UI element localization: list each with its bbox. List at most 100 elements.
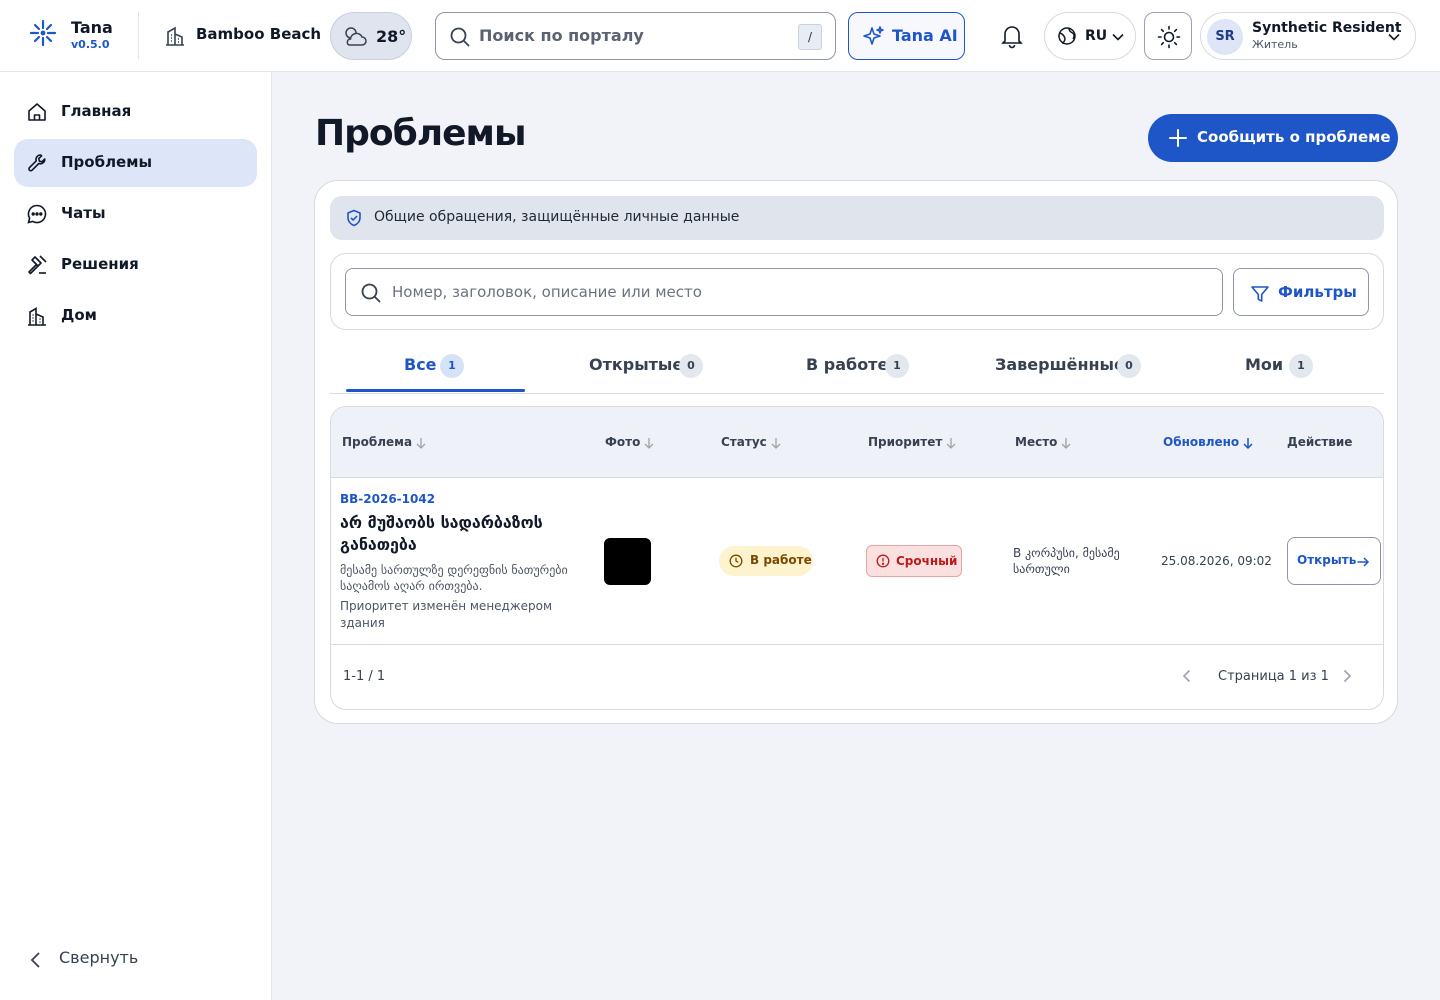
tab-label: Все <box>404 355 437 374</box>
alert-circle-icon <box>876 554 890 568</box>
sidebar: Главная Проблемы Чаты Решения Дом Сверну… <box>0 72 272 1000</box>
building-name[interactable]: Bamboo Beach <box>196 25 321 43</box>
header-divider <box>138 12 139 59</box>
filters-label: Фильтры <box>1278 283 1357 301</box>
tab-count: 1 <box>1289 354 1313 378</box>
ticket-updated: 25.08.2026, 09:02 <box>1161 554 1272 568</box>
status-badge: В работе <box>719 546 813 576</box>
page-indicator: Страница 1 из 1 <box>1218 669 1329 684</box>
open-ticket-label: Открыть <box>1297 553 1357 567</box>
tab-count: 1 <box>440 354 464 378</box>
tab-all[interactable]: Все 1 <box>330 343 540 393</box>
column-header-priority[interactable]: Приоритет <box>868 435 957 449</box>
gavel-icon <box>28 255 47 275</box>
status-text: В работе <box>750 553 812 567</box>
column-header-status[interactable]: Статус <box>721 435 782 449</box>
brand-version: v0.5.0 <box>71 38 110 51</box>
language-selector[interactable]: RU <box>1044 12 1136 60</box>
tab-label: Завершённые <box>995 355 1125 374</box>
sun-icon <box>1157 25 1181 49</box>
user-role: Житель <box>1252 38 1298 51</box>
shield-check-icon <box>347 209 361 227</box>
chevron-left-icon[interactable] <box>1179 668 1195 684</box>
active-tab-indicator <box>346 389 525 392</box>
bell-icon[interactable] <box>998 22 1026 50</box>
status-tabs: Все 1 Открытые 0 В работе 1 Завершённые … <box>330 343 1384 394</box>
sidebar-item-chats[interactable]: Чаты <box>14 190 257 238</box>
tab-completed[interactable]: Завершённые 0 <box>963 343 1173 393</box>
collapse-label: Свернуть <box>59 948 139 967</box>
sidebar-item-home[interactable]: Главная <box>14 88 257 136</box>
tab-count: 0 <box>679 354 703 378</box>
column-header-place[interactable]: Место <box>1015 435 1072 449</box>
ticket-description: მესამე სართულზე დერეფნის ნათურები საღამო… <box>340 563 568 593</box>
ticket-title: არ მუშაობს სადარბაზოს განათება <box>340 513 543 554</box>
tana-logo-icon[interactable] <box>28 18 58 48</box>
globe-icon <box>1058 27 1076 45</box>
problems-search-placeholder: Номер, заголовок, описание или место <box>392 283 702 301</box>
top-header: Tana v0.5.0 Bamboo Beach 28° Поиск по по… <box>0 0 1440 72</box>
table-row[interactable]: BB-2026-1042 არ მუშაობს სადარბაზოს განათ… <box>331 478 1383 645</box>
partly-cloudy-icon <box>345 27 367 46</box>
tab-count: 1 <box>885 354 909 378</box>
sort-arrow-icon <box>416 437 426 449</box>
sort-arrow-icon <box>946 437 956 449</box>
problems-search-input[interactable]: Номер, заголовок, описание или место <box>345 268 1223 316</box>
report-problem-button[interactable]: Сообщить о проблеме <box>1148 114 1398 162</box>
arrow-right-icon <box>1357 557 1370 567</box>
avatar: SR <box>1207 19 1243 55</box>
tab-label: Открытые <box>589 355 684 374</box>
priority-badge: Срочный <box>866 545 962 577</box>
privacy-notice: Общие обращения, защищённые личные данны… <box>330 196 1384 240</box>
search-icon <box>450 27 470 47</box>
tab-label: Мои <box>1245 355 1284 374</box>
sidebar-item-label: Главная <box>61 102 132 120</box>
user-menu[interactable]: SR Synthetic Resident Житель <box>1200 12 1416 60</box>
ticket-place: B კორპუსი, მესამე სართული <box>1013 546 1120 576</box>
filter-icon <box>1251 286 1269 302</box>
chevron-right-icon[interactable] <box>1339 668 1355 684</box>
wrench-icon <box>28 154 46 172</box>
report-problem-label: Сообщить о проблеме <box>1197 128 1391 146</box>
ticket-id[interactable]: BB-2026-1042 <box>340 492 435 506</box>
tana-ai-button[interactable]: Tana AI <box>848 12 965 60</box>
sidebar-item-problems[interactable]: Проблемы <box>14 139 257 187</box>
search-icon <box>361 283 381 303</box>
open-ticket-button[interactable]: Открыть <box>1287 537 1381 585</box>
sidebar-item-label: Дом <box>61 306 97 324</box>
problems-card: Общие обращения, защищённые личные данны… <box>314 180 1398 724</box>
sidebar-item-house[interactable]: Дом <box>14 292 257 340</box>
sparkle-icon <box>863 26 884 45</box>
theme-toggle-button[interactable] <box>1144 12 1192 60</box>
search-shortcut-key: / <box>798 24 822 50</box>
privacy-notice-text: Общие обращения, защищённые личные данны… <box>374 209 740 225</box>
tab-count: 0 <box>1117 354 1141 378</box>
building-icon <box>166 26 184 46</box>
home-icon <box>28 103 46 121</box>
column-header-action: Действие <box>1287 435 1353 449</box>
chat-icon <box>27 204 47 224</box>
tab-label: В работе <box>806 355 889 374</box>
clock-icon <box>729 554 743 568</box>
sort-arrow-icon <box>644 437 654 449</box>
tab-in-progress[interactable]: В работе 1 <box>752 343 962 393</box>
ticket-photo-thumbnail[interactable] <box>604 538 651 585</box>
column-header-problem[interactable]: Проблема <box>342 435 427 449</box>
brand-name: Tana <box>71 18 113 37</box>
sort-arrow-icon <box>1061 437 1071 449</box>
tab-mine[interactable]: Мои 1 <box>1174 343 1384 393</box>
priority-text: Срочный <box>896 554 958 568</box>
column-header-photo[interactable]: Фото <box>605 435 655 449</box>
sort-arrow-icon <box>771 437 781 449</box>
column-header-updated[interactable]: Обновлено <box>1163 435 1254 449</box>
sidebar-item-label: Проблемы <box>61 153 153 171</box>
sidebar-item-decisions[interactable]: Решения <box>14 241 257 289</box>
building-icon <box>28 307 46 326</box>
portal-search-input[interactable]: Поиск по порталу / <box>435 12 836 60</box>
weather-widget[interactable]: 28° <box>330 12 412 60</box>
language-code: RU <box>1085 28 1108 44</box>
filters-button[interactable]: Фильтры <box>1233 268 1369 316</box>
collapse-sidebar-button[interactable]: Свернуть <box>26 945 246 975</box>
page-title: Проблемы <box>315 113 527 154</box>
tab-open[interactable]: Открытые 0 <box>541 343 751 393</box>
